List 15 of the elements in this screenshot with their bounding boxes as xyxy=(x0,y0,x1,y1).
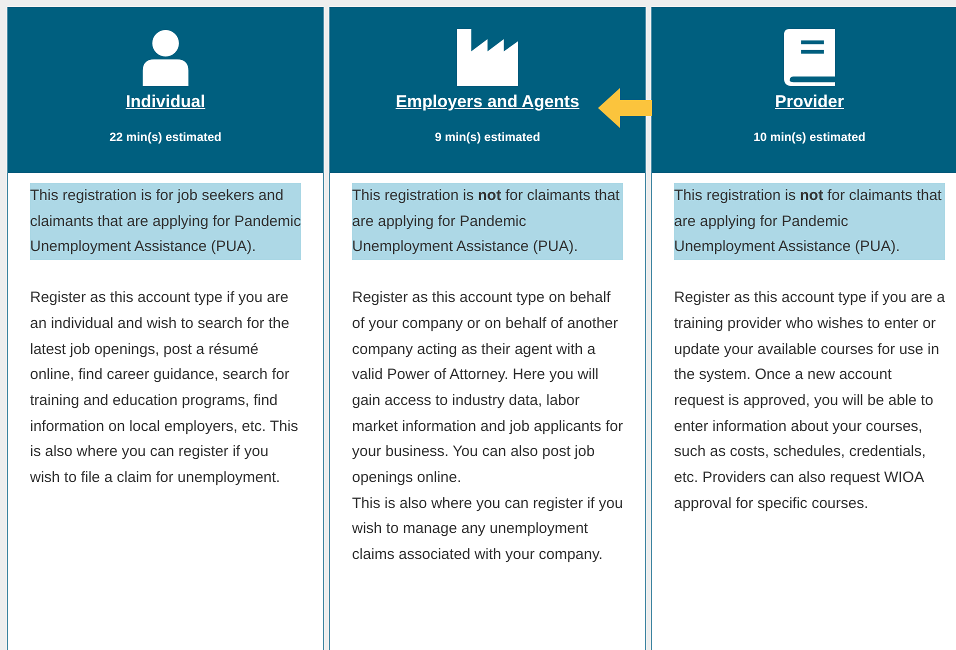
notice-text: This registration is not for claimants that are applying for Pandemic Unemployment Assistance (PUA). xyxy=(674,183,945,260)
description-text: This is also where you can register if you wish to manage any unemployment claims associated with your company. xyxy=(352,494,623,566)
description-text: Register as this account type on behalf of your company or on behalf of another company acting as their agent with a valid Power of Attorney. Here you will gain access to industry data, labor market information and job applicants for your business. You can also post job openings online. xyxy=(352,288,623,488)
account-type-link[interactable]: Employers and Agents xyxy=(396,92,580,112)
notice-text: This registration is for job seekers and claimants that are applying for Pandemic Unemployment Assistance (PUA). xyxy=(30,183,301,260)
description-text: Register as this account type if you are a training provider who wishes to enter or update your available courses for use in the system. Once a new account request is approved, you will be able to enter information about your courses, such as costs, schedules, credentials, etc. Providers can also request WIOA approval for specific courses. xyxy=(674,288,945,514)
notice-text: This registration is not for claimants that are applying for Pandemic Unemployment Assistance (PUA). xyxy=(352,183,623,260)
book-icon xyxy=(784,29,836,86)
description-text: Register as this account type if you are an individual and wish to search for the latest job openings, post a résumé online, find career guidance, search for training and education programs, find information on local employers, etc. This is also where you can register if you wish to file a claim for unemployment. xyxy=(30,288,300,488)
time-estimate: 9 min(s) estimated xyxy=(434,130,540,144)
factory-icon xyxy=(456,29,518,86)
time-estimate: 22 min(s) estimated xyxy=(109,130,222,144)
time-estimate: 10 min(s) estimated xyxy=(753,130,866,144)
account-type-link[interactable]: Individual xyxy=(126,92,206,112)
account-type-link[interactable]: Provider xyxy=(775,92,844,112)
